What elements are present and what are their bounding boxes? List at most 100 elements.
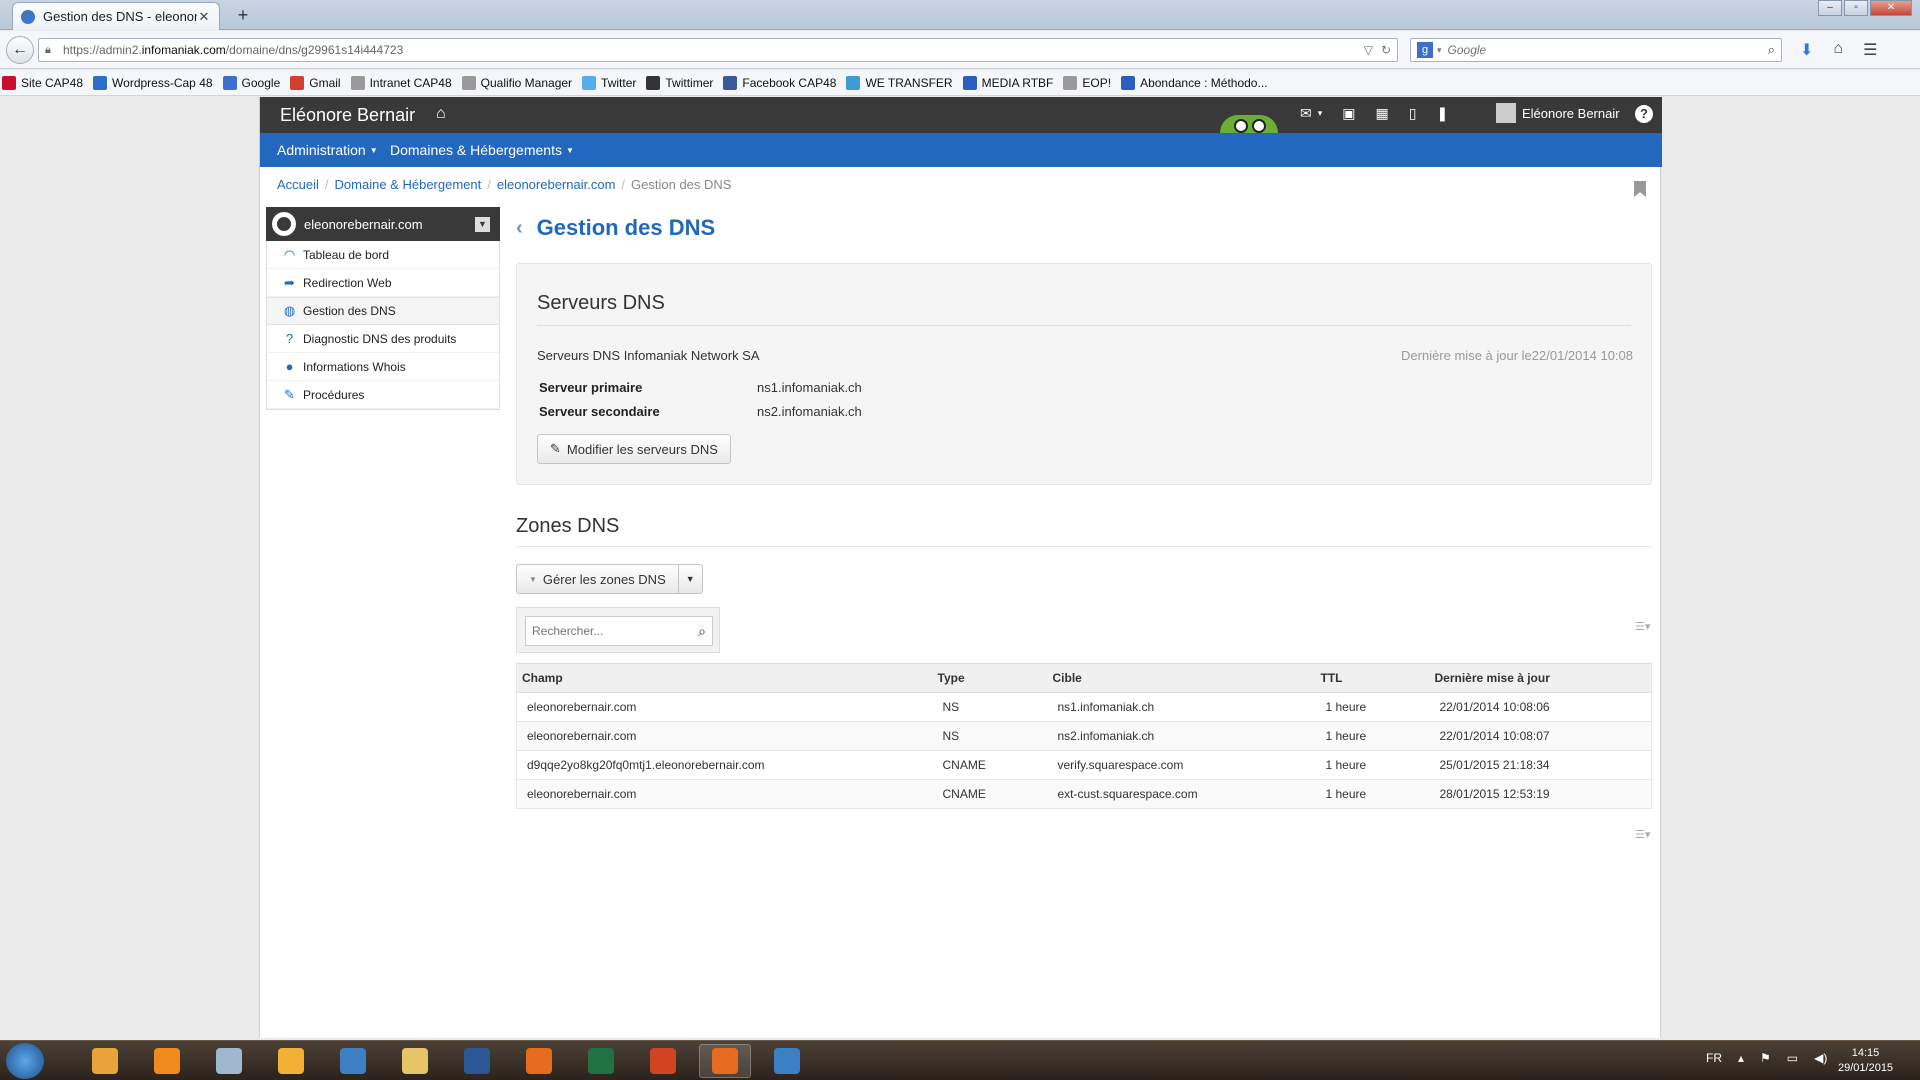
dropdown-arrow-icon[interactable]: ▽ bbox=[1364, 43, 1373, 57]
show-hidden-icons-icon[interactable]: ▴ bbox=[1738, 1051, 1744, 1065]
redirect-arrow-icon: ➦ bbox=[284, 274, 295, 290]
divider bbox=[537, 325, 1631, 326]
menu-administration[interactable]: Administration ▼ bbox=[277, 142, 378, 158]
table-header-row: Champ Type Cible TTL Dernière mise à jou… bbox=[516, 663, 1652, 693]
calendar-icon[interactable]: ▦ bbox=[1376, 105, 1389, 122]
taskbar-app-button[interactable] bbox=[699, 1044, 751, 1078]
column-header-cible[interactable]: Cible bbox=[1047, 663, 1316, 693]
bookmark-item[interactable]: EOP! bbox=[1063, 75, 1111, 90]
bookmark-icon[interactable]: ❚ bbox=[1436, 105, 1448, 122]
zone-search-field[interactable]: ⌕ bbox=[525, 616, 713, 646]
menu-icon[interactable]: ☰ bbox=[1863, 40, 1877, 60]
sidebar-item[interactable]: ◠ Tableau de bord bbox=[267, 241, 499, 269]
manage-dns-zones-button[interactable]: ▼ Gérer les zones DNS bbox=[516, 564, 679, 594]
sidebar-item[interactable]: ? Diagnostic DNS des produits bbox=[267, 325, 499, 353]
breadcrumb-domain[interactable]: eleonorebernair.com bbox=[497, 177, 616, 192]
list-options-icon[interactable]: ☰▾ bbox=[1635, 620, 1650, 633]
volume-icon[interactable]: ◀) bbox=[1814, 1051, 1827, 1065]
action-center-flag-icon[interactable]: ⚑ bbox=[1760, 1051, 1771, 1065]
column-header-ttl[interactable]: TTL bbox=[1315, 663, 1430, 693]
new-tab-button[interactable]: + bbox=[232, 4, 254, 26]
table-row[interactable]: d9qqe2yo8kg20fq0mtj1.eleonorebernair.com… bbox=[516, 750, 1652, 780]
language-indicator[interactable]: FR bbox=[1706, 1051, 1722, 1065]
menu-domaines[interactable]: Domaines & Hébergements ▼ bbox=[390, 142, 574, 158]
sidebar-item[interactable]: ✎ Procédures bbox=[267, 381, 499, 409]
sidebar-domain-header[interactable]: eleonorebernair.com ▼ bbox=[266, 207, 500, 241]
bookmark-item[interactable]: Wordpress-Cap 48 bbox=[93, 75, 213, 90]
taskbar-app-button[interactable] bbox=[203, 1044, 255, 1078]
infomaniak-favicon-icon bbox=[21, 9, 35, 24]
contacts-icon[interactable]: ▣ bbox=[1342, 105, 1355, 122]
manage-zones-dropdown-toggle[interactable]: ▼ bbox=[678, 564, 703, 594]
taskbar-app-button[interactable] bbox=[141, 1044, 193, 1078]
system-clock[interactable]: 14:15 29/01/2015 bbox=[1838, 1046, 1893, 1076]
column-header-type[interactable]: Type bbox=[932, 663, 1048, 693]
chevron-down-icon[interactable]: ▾ bbox=[1318, 105, 1323, 122]
brand-name[interactable]: Eléonore Bernair bbox=[280, 105, 415, 126]
maximize-button[interactable]: ▫ bbox=[1844, 0, 1868, 16]
bookmark-item[interactable]: Twittimer bbox=[646, 75, 713, 90]
cell-updated: 28/01/2015 12:53:19 bbox=[1429, 779, 1652, 809]
mobile-icon[interactable]: ▯ bbox=[1409, 105, 1417, 122]
bookmark-item[interactable]: Intranet CAP48 bbox=[350, 75, 452, 90]
modify-dns-servers-button[interactable]: ✎ Modifier les serveurs DNS bbox=[537, 434, 731, 464]
cell-cible: ext-cust.squarespace.com bbox=[1047, 779, 1316, 809]
sidebar-item[interactable]: ● Informations Whois bbox=[267, 353, 499, 381]
search-icon[interactable]: ⌕ bbox=[1768, 42, 1775, 58]
taskbar-app-button[interactable] bbox=[575, 1044, 627, 1078]
chevron-down-icon[interactable]: ▾ bbox=[1437, 45, 1442, 56]
bookmark-page-icon[interactable] bbox=[1634, 181, 1646, 197]
column-header-champ[interactable]: Champ bbox=[516, 663, 933, 693]
close-window-button[interactable]: ✕ bbox=[1870, 0, 1912, 16]
minimize-button[interactable]: – bbox=[1818, 0, 1842, 16]
chevron-down-icon[interactable]: ▼ bbox=[475, 216, 490, 232]
user-menu[interactable]: Eléonore Bernair bbox=[1496, 103, 1620, 123]
taskbar-app-button[interactable] bbox=[513, 1044, 565, 1078]
table-row[interactable]: eleonorebernair.com NS ns2.infomaniak.ch 1 … bbox=[516, 721, 1652, 751]
bookmark-item[interactable]: MEDIA RTBF bbox=[962, 75, 1053, 90]
sidebar-item[interactable]: ➦ Redirection Web bbox=[267, 269, 499, 297]
web-search-input[interactable] bbox=[1447, 43, 1768, 57]
chevron-left-icon[interactable]: ‹ bbox=[516, 217, 523, 240]
caret-down-icon: ▼ bbox=[685, 574, 695, 584]
mail-icon[interactable]: ✉ bbox=[1300, 105, 1312, 122]
table-row[interactable]: eleonorebernair.com CNAME ext-cust.squares… bbox=[516, 779, 1652, 809]
column-header-updated[interactable]: Dernière mise à jour bbox=[1429, 663, 1652, 693]
taskbar-app-button[interactable] bbox=[637, 1044, 689, 1078]
bookmark-item[interactable]: Qualifio Manager bbox=[461, 75, 572, 90]
taskbar-app-button[interactable] bbox=[389, 1044, 441, 1078]
table-row[interactable]: eleonorebernair.com NS ns1.infomaniak.ch 1 … bbox=[516, 692, 1652, 722]
search-engine-box[interactable]: g ▾ ⌕ bbox=[1410, 38, 1782, 62]
back-button[interactable]: ← bbox=[6, 36, 34, 64]
taskbar-app-button[interactable] bbox=[451, 1044, 503, 1078]
bookmark-item[interactable]: Site CAP48 bbox=[2, 75, 83, 90]
browser-tab[interactable]: Gestion des DNS - eleonor... ✕ bbox=[12, 2, 220, 30]
bookmark-item[interactable]: Facebook CAP48 bbox=[723, 75, 836, 90]
google-icon[interactable]: g bbox=[1417, 42, 1433, 58]
sidebar-item[interactable]: ◍ Gestion des DNS bbox=[267, 297, 499, 325]
taskbar-app-button[interactable] bbox=[265, 1044, 317, 1078]
address-bar[interactable]: 🔒︎ https://admin2.infomaniak.com/domaine… bbox=[38, 38, 1398, 62]
bookmark-item[interactable]: Twitter bbox=[582, 75, 636, 90]
bookmark-item[interactable]: Abondance : Méthodo... bbox=[1121, 75, 1268, 90]
word-icon bbox=[464, 1048, 490, 1074]
download-icon[interactable]: ⬇ bbox=[1800, 40, 1813, 60]
taskbar-app-button[interactable] bbox=[79, 1044, 131, 1078]
taskbar-app-button[interactable] bbox=[761, 1044, 813, 1078]
bookmark-item[interactable]: WE TRANSFER bbox=[846, 75, 953, 90]
start-button[interactable] bbox=[6, 1043, 44, 1079]
list-options-icon[interactable]: ☰▾ bbox=[1635, 828, 1650, 841]
help-icon[interactable]: ? bbox=[1635, 105, 1653, 123]
bookmark-item[interactable]: Gmail bbox=[290, 75, 341, 90]
search-icon[interactable]: ⌕ bbox=[698, 623, 706, 640]
home-icon[interactable]: ⌂ bbox=[436, 105, 446, 123]
taskbar-app-button[interactable] bbox=[327, 1044, 379, 1078]
network-icon[interactable]: ▭ bbox=[1787, 1051, 1798, 1065]
reload-icon[interactable]: ↻ bbox=[1381, 43, 1391, 57]
tab-close-icon[interactable]: ✕ bbox=[197, 9, 211, 25]
bookmark-item[interactable]: Google bbox=[222, 75, 280, 90]
breadcrumb-domain-hosting[interactable]: Domaine & Hébergement bbox=[335, 177, 482, 192]
breadcrumb-home[interactable]: Accueil bbox=[277, 177, 319, 192]
home-icon[interactable]: ⌂ bbox=[1833, 40, 1843, 60]
zone-search-input[interactable] bbox=[532, 624, 699, 638]
